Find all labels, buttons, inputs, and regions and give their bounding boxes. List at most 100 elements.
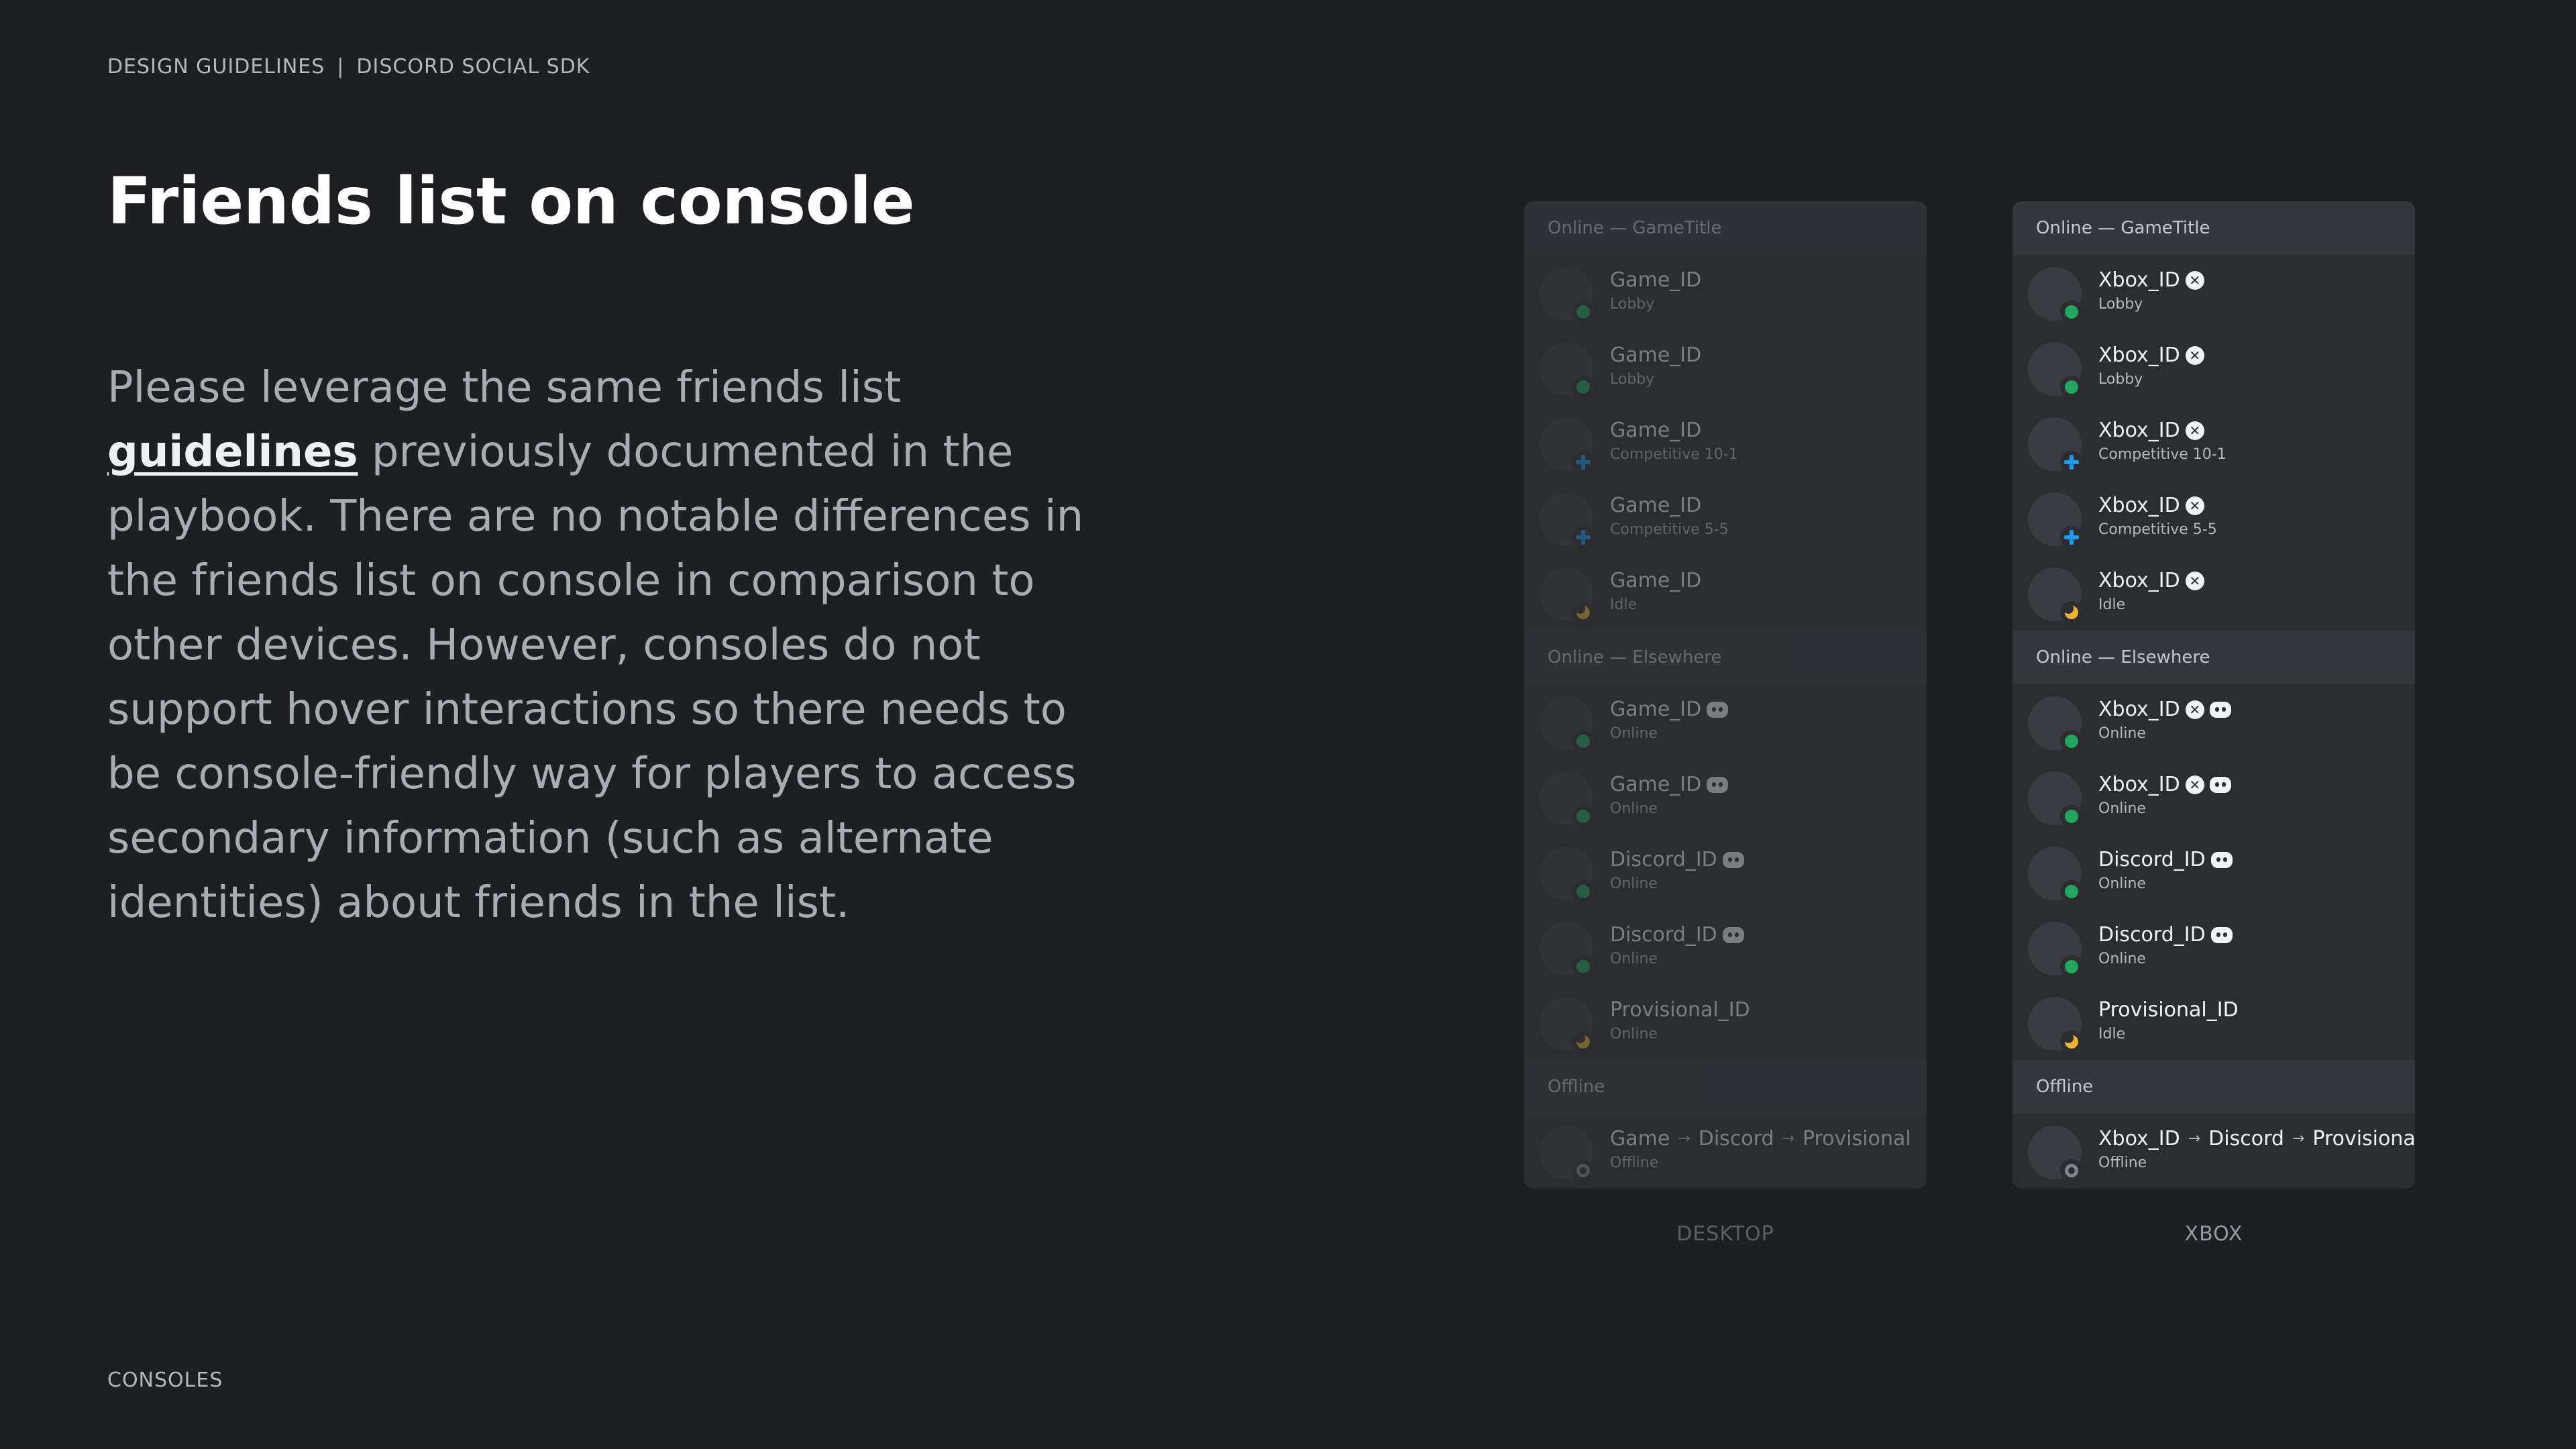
friend-row[interactable]: Provisional_ID Idle — [2012, 985, 2415, 1060]
discord-icon — [2210, 777, 2231, 793]
friend-activity: Online — [2098, 800, 2231, 817]
friend-id: Xbox_ID — [2098, 419, 2180, 442]
status-dot — [1576, 530, 1591, 545]
friend-row[interactable]: Discord_ID Online — [2012, 835, 2415, 910]
friend-text: Xbox_ID✕ Online — [2098, 773, 2231, 817]
friend-row[interactable]: Game_ID Online — [1524, 684, 1927, 759]
friend-row[interactable]: Game_ID Idle — [1524, 555, 1927, 631]
friend-row[interactable]: Xbox_ID✕Idle — [2012, 555, 2415, 631]
friend-row[interactable]: Game_IDLobby — [1524, 330, 1927, 405]
friend-text: Discord_IDOnline — [1610, 923, 1744, 967]
game-status-icon — [2060, 526, 2083, 549]
status-dot — [2065, 380, 2078, 394]
friend-text: Xbox_ID✕Lobby — [2098, 268, 2204, 313]
offline-status-icon — [1572, 1159, 1595, 1182]
body-paragraph: Please leverage the same friends list gu… — [107, 356, 1127, 935]
breadcrumb-discord-social-sdk: DISCORD SOCIAL SDK — [356, 55, 590, 78]
footer-section-label: CONSOLES — [107, 1368, 223, 1392]
friend-row[interactable]: Xbox_ID→Discord→ProvisionalOffline — [2012, 1114, 2415, 1189]
friend-row[interactable]: Game→Discord→ProvisionalOffline — [1524, 1114, 1927, 1189]
online-status-icon — [2060, 955, 2083, 978]
friend-text: Xbox_ID✕Competitive 10-1 — [2098, 419, 2226, 463]
discord-icon — [2211, 852, 2233, 868]
friend-row[interactable]: Xbox_ID✕Competitive 5-5 — [2012, 480, 2415, 555]
friend-row[interactable]: Xbox_ID✕Competitive 10-1 — [2012, 405, 2415, 480]
friend-activity: Online — [2098, 951, 2233, 967]
friend-row[interactable]: Discord_IDOnline — [1524, 910, 1927, 985]
friend-id: Provisional_ID — [1610, 998, 1750, 1022]
section-header: Online — GameTitle — [2012, 201, 2415, 255]
friend-name: Xbox_ID✕ — [2098, 773, 2231, 796]
idle-status-icon — [1572, 1030, 1595, 1053]
arrow-icon: → — [1782, 1130, 1794, 1147]
online-status-icon — [1572, 730, 1595, 753]
friend-activity: Idle — [2098, 1026, 2239, 1042]
identity-name: Provisional — [1803, 1127, 1911, 1150]
friend-row[interactable]: Provisional_ID Online — [1524, 985, 1927, 1060]
friend-name: Xbox_ID✕ — [2098, 569, 2204, 592]
friend-activity: Lobby — [2098, 371, 2204, 388]
friend-text: Xbox_ID✕Idle — [2098, 569, 2204, 613]
friend-id: Xbox_ID — [2098, 773, 2180, 796]
guidelines-link[interactable]: guidelines — [107, 427, 358, 477]
idle-status-icon — [2060, 601, 2083, 624]
friend-rows: Xbox_ID→Discord→ProvisionalOffline — [2012, 1114, 2415, 1189]
friend-text: Provisional_ID Online — [1610, 998, 1750, 1042]
friend-id: Xbox_ID — [2098, 569, 2180, 592]
friend-text: Discord_IDOnline — [2098, 923, 2233, 967]
body-text-rest: previously documented in the playbook. T… — [107, 427, 1083, 928]
status-dot — [2065, 885, 2078, 898]
section-header: Online — Elsewhere — [1524, 631, 1927, 684]
friend-activity: Lobby — [1610, 296, 1701, 313]
friend-text: Game→Discord→ProvisionalOffline — [1610, 1127, 1911, 1171]
friend-text: Discord_ID Online — [2098, 848, 2233, 892]
friend-text: Game_IDLobby — [1610, 268, 1701, 313]
friend-row[interactable]: Xbox_ID✕Lobby — [2012, 330, 2415, 405]
friend-row[interactable]: Game_IDCompetitive 10-1 — [1524, 405, 1927, 480]
friend-id: Provisional_ID — [2098, 998, 2239, 1022]
online-status-icon — [2060, 301, 2083, 323]
status-dot — [2065, 305, 2078, 319]
friend-activity: Online — [1610, 725, 1728, 742]
friend-activity: Idle — [1610, 596, 1701, 613]
status-dot — [2065, 810, 2078, 823]
friend-row[interactable]: Game_IDOnline — [1524, 759, 1927, 835]
breadcrumb: DESIGN GUIDELINES | DISCORD SOCIAL SDK — [107, 55, 590, 78]
friend-row[interactable]: Xbox_ID✕ Online — [2012, 759, 2415, 835]
friend-name: Game_ID — [1610, 569, 1701, 592]
section-header: Online — Elsewhere — [2012, 631, 2415, 684]
identity-name: Discord — [2208, 1127, 2284, 1150]
friend-name: Game_ID — [1610, 419, 1738, 442]
status-dot — [1576, 606, 1590, 619]
friend-activity: Online — [2098, 875, 2233, 892]
friend-name: Game_ID — [1610, 698, 1728, 721]
xbox-label: XBOX — [2012, 1222, 2415, 1246]
friend-row[interactable]: Xbox_ID✕Online — [2012, 684, 2415, 759]
friend-activity: Online — [1610, 951, 1744, 967]
friend-text: Game_IDCompetitive 5-5 — [1610, 494, 1729, 538]
friend-row[interactable]: Xbox_ID✕Lobby — [2012, 255, 2415, 330]
friend-activity: Lobby — [2098, 296, 2204, 313]
status-dot — [2064, 455, 2079, 470]
friend-row[interactable]: Discord_IDOnline — [2012, 910, 2415, 985]
status-dot — [2065, 960, 2078, 973]
xbox-icon: ✕ — [2186, 271, 2204, 290]
status-dot — [2065, 735, 2078, 748]
offline-status-icon — [2060, 1159, 2083, 1182]
online-status-icon — [2060, 730, 2083, 753]
friend-row[interactable]: Game_IDLobby — [1524, 255, 1927, 330]
friend-rows: Game_IDOnlineGame_IDOnlineDiscord_IDOnli… — [1524, 684, 1927, 1060]
friend-name: Discord_ID — [2098, 848, 2233, 871]
friend-activity: Online — [2098, 725, 2231, 742]
game-status-icon — [1572, 526, 1595, 549]
friend-text: Game_IDLobby — [1610, 343, 1701, 388]
friend-id: Game_ID — [1610, 494, 1701, 517]
friend-row[interactable]: Discord_IDOnline — [1524, 835, 1927, 910]
friend-activity: Online — [1610, 875, 1744, 892]
game-status-icon — [2060, 451, 2083, 474]
status-dot — [1576, 810, 1590, 823]
friend-activity: Online — [1610, 1026, 1750, 1042]
friend-row[interactable]: Game_IDCompetitive 5-5 — [1524, 480, 1927, 555]
online-status-icon — [2060, 376, 2083, 398]
friend-activity: Competitive 5-5 — [2098, 521, 2217, 538]
